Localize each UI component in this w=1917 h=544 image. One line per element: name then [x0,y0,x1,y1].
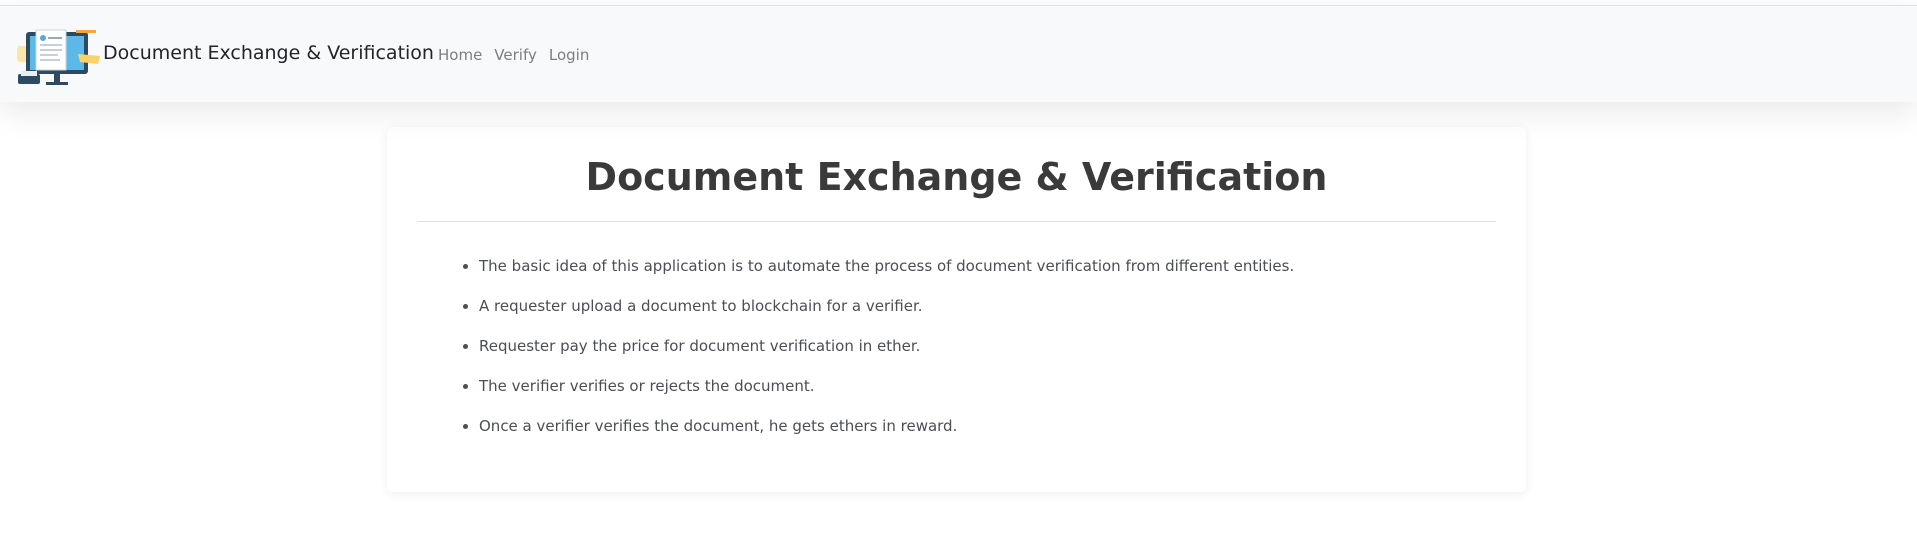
list-item: The basic idea of this application is to… [479,257,1294,297]
brand-title[interactable]: Document Exchange & Verification [103,42,434,64]
top-navbar: Document Exchange & Verification Home Ve… [0,5,1917,102]
feature-list: The basic idea of this application is to… [457,257,1294,457]
intro-card: Document Exchange & Verification The bas… [387,127,1526,492]
list-item: Requester pay the price for document ver… [479,337,1294,377]
nav-link-home[interactable]: Home [438,46,482,64]
nav-link-verify[interactable]: Verify [494,46,537,64]
nav-link-login[interactable]: Login [549,46,589,64]
title-divider [417,221,1496,222]
document-computer-logo-icon[interactable] [16,28,102,90]
nav-links: Home Verify Login [438,46,601,64]
page-title: Document Exchange & Verification [585,155,1328,199]
list-item: Once a verifier verifies the document, h… [479,417,1294,457]
list-item: The verifier verifies or rejects the doc… [479,377,1294,417]
list-item: A requester upload a document to blockch… [479,297,1294,337]
